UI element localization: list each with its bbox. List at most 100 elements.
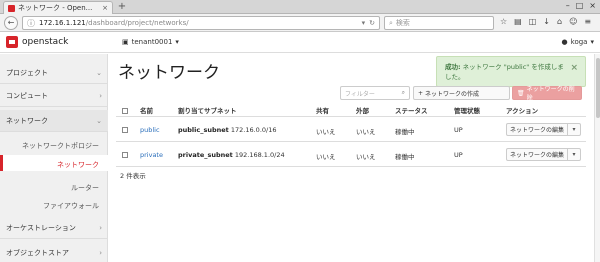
browser-search-input[interactable]: ⌕ 検索 bbox=[384, 16, 494, 30]
user-name: koga bbox=[570, 38, 588, 46]
browser-toolbar: ☆ ▤ ◫ ↓ ⌂ ☺ ≡ bbox=[500, 17, 591, 26]
url-actions: ▾ ↻ bbox=[362, 19, 375, 27]
external-cell: いいえ bbox=[356, 153, 376, 161]
chevron-down-icon: ▾ bbox=[590, 38, 594, 46]
sidebar-section-compute[interactable]: コンピュート › bbox=[0, 85, 108, 107]
user-menu[interactable]: ● koga ▾ bbox=[562, 38, 594, 46]
sidebar-item-routers[interactable]: ルーター bbox=[71, 183, 99, 193]
delete-network-button[interactable]: 🗑 ネットワークの削除 bbox=[512, 86, 582, 102]
sidebar-section-project[interactable]: プロジェクト ⌄ bbox=[0, 62, 108, 84]
column-external[interactable]: 外部 bbox=[356, 105, 369, 115]
item-count: 2 件表示 bbox=[120, 172, 146, 180]
tab-close-icon[interactable]: × bbox=[102, 4, 108, 12]
sidebar-section-orchestration[interactable]: オーケストレーション › bbox=[0, 217, 108, 239]
column-admin-state[interactable]: 管理状態 bbox=[454, 105, 480, 115]
edit-network-button[interactable]: ネットワークの編集 bbox=[507, 149, 568, 160]
url-path: /dashboard/project/networks/ bbox=[85, 19, 189, 27]
status-cell: 稼働中 bbox=[395, 128, 415, 136]
site-info-icon[interactable]: ⓘ bbox=[27, 18, 35, 29]
filter-placeholder: フィルター bbox=[345, 90, 375, 98]
toast-close-icon[interactable]: × bbox=[570, 63, 578, 73]
tenant-name: tenant0001 bbox=[131, 38, 173, 46]
subnet-cell: public_subnet 172.16.0.0/16 bbox=[178, 126, 276, 134]
url-host: 172.16.1.121 bbox=[39, 19, 86, 27]
download-icon[interactable]: ↓ bbox=[543, 17, 550, 26]
create-network-button[interactable]: + ネットワークの作成 bbox=[413, 86, 510, 100]
subnet-cidr: 172.16.0.0/16 bbox=[230, 126, 277, 134]
shared-cell: いいえ bbox=[316, 153, 336, 161]
table-bottom-border bbox=[116, 166, 586, 167]
home-icon[interactable]: ⌂ bbox=[557, 17, 562, 26]
page-title: ネットワーク bbox=[118, 63, 220, 83]
sidebar-item-firewall[interactable]: ファイアウォール bbox=[43, 201, 99, 211]
filter-input[interactable]: フィルター ⌕ bbox=[340, 86, 410, 100]
action-dropdown-toggle[interactable]: ▾ bbox=[568, 151, 580, 158]
reload-icon[interactable]: ↻ bbox=[369, 19, 375, 27]
user-icon: ● bbox=[561, 38, 568, 46]
admin-state-cell: UP bbox=[454, 126, 463, 134]
delete-network-label: ネットワークの削除 bbox=[526, 86, 575, 102]
menu-icon[interactable]: ≡ bbox=[584, 17, 591, 26]
reading-list-icon[interactable]: ▤ bbox=[514, 17, 522, 26]
subnet-name: public_subnet bbox=[178, 126, 229, 134]
column-status[interactable]: ステータス bbox=[395, 105, 428, 115]
chevron-down-icon: ▾ bbox=[175, 38, 179, 46]
bookmark-star-icon[interactable]: ☆ bbox=[500, 17, 507, 26]
network-name-link[interactable]: public bbox=[140, 126, 160, 134]
shared-cell: いいえ bbox=[316, 128, 336, 136]
toast-prefix: 成功: bbox=[445, 63, 461, 71]
toast-message: ネットワーク "public" を作成しました。 bbox=[445, 63, 564, 81]
row-checkbox[interactable] bbox=[122, 152, 128, 158]
close-window-button[interactable]: × bbox=[589, 1, 596, 10]
dropdown-icon[interactable]: ▾ bbox=[362, 19, 366, 27]
server-icon: ▣ bbox=[122, 38, 129, 46]
browser-tab[interactable]: ネットワーク - Open... × bbox=[3, 1, 113, 14]
column-name[interactable]: 名前 bbox=[140, 105, 153, 115]
tenant-selector[interactable]: ▣ tenant0001 ▾ bbox=[122, 38, 179, 46]
subnet-cidr: 192.168.1.0/24 bbox=[234, 151, 285, 159]
app-header: openstack ▣ tenant0001 ▾ ● koga ▾ bbox=[0, 33, 600, 53]
subnet-name: private_subnet bbox=[178, 151, 233, 159]
logo-text: openstack bbox=[22, 37, 69, 47]
new-tab-button[interactable]: + bbox=[117, 2, 127, 12]
column-shared[interactable]: 共有 bbox=[316, 105, 329, 115]
chevron-down-icon: ⌄ bbox=[96, 68, 102, 77]
external-cell: いいえ bbox=[356, 128, 376, 136]
column-subnets[interactable]: 割り当てサブネット bbox=[178, 105, 237, 115]
row-checkbox[interactable] bbox=[122, 127, 128, 133]
sidebar-section-network[interactable]: ネットワーク ⌄ bbox=[0, 110, 108, 132]
chevron-right-icon: › bbox=[99, 248, 102, 257]
favicon-icon bbox=[8, 4, 15, 12]
chat-icon[interactable]: ☺ bbox=[569, 17, 577, 26]
plus-icon: + bbox=[418, 89, 424, 97]
sidebar: プロジェクト ⌄ コンピュート › ネットワーク ⌄ ネットワークトポロジー ネ… bbox=[0, 54, 108, 262]
back-button[interactable]: ← bbox=[4, 16, 18, 30]
table-header: 名前 割り当てサブネット 共有 外部 ステータス 管理状態 アクション bbox=[116, 102, 586, 116]
window-controls: – □ × bbox=[566, 1, 596, 10]
sidebar-section-object-store[interactable]: オブジェクトストア › bbox=[0, 242, 108, 262]
minimize-button[interactable]: – bbox=[566, 1, 570, 10]
tab-title: ネットワーク - Open... bbox=[18, 4, 93, 12]
sidebar-active-marker bbox=[0, 155, 3, 171]
openstack-logo-icon bbox=[6, 36, 18, 48]
select-all-checkbox[interactable] bbox=[122, 108, 128, 114]
sidebar-section-label: コンピュート bbox=[6, 91, 48, 100]
row-action-group: ネットワークの編集 ▾ bbox=[506, 148, 581, 161]
sidebar-item-network-topology[interactable]: ネットワークトポロジー bbox=[22, 141, 99, 151]
edit-network-button[interactable]: ネットワークの編集 bbox=[507, 124, 568, 135]
page-scrollbar[interactable] bbox=[594, 54, 600, 262]
sidebar-section-label: オブジェクトストア bbox=[6, 248, 69, 257]
browser-tabbar: ネットワーク - Open... × + – □ × bbox=[0, 0, 600, 14]
url-bar[interactable]: ⓘ 172.16.1.121 /dashboard/project/networ… bbox=[22, 16, 380, 30]
search-icon[interactable]: ⌕ bbox=[402, 89, 405, 97]
chevron-right-icon: › bbox=[99, 91, 102, 100]
sidebar-item-networks[interactable]: ネットワーク bbox=[57, 160, 99, 170]
action-dropdown-toggle[interactable]: ▾ bbox=[568, 126, 580, 133]
pocket-icon[interactable]: ◫ bbox=[529, 17, 537, 26]
network-name-link[interactable]: private bbox=[140, 151, 163, 159]
sidebar-section-label: プロジェクト bbox=[6, 68, 48, 77]
scrollbar-thumb[interactable] bbox=[596, 58, 600, 118]
openstack-logo[interactable]: openstack bbox=[6, 36, 68, 48]
chevron-right-icon: › bbox=[99, 223, 102, 232]
maximize-button[interactable]: □ bbox=[576, 1, 584, 10]
